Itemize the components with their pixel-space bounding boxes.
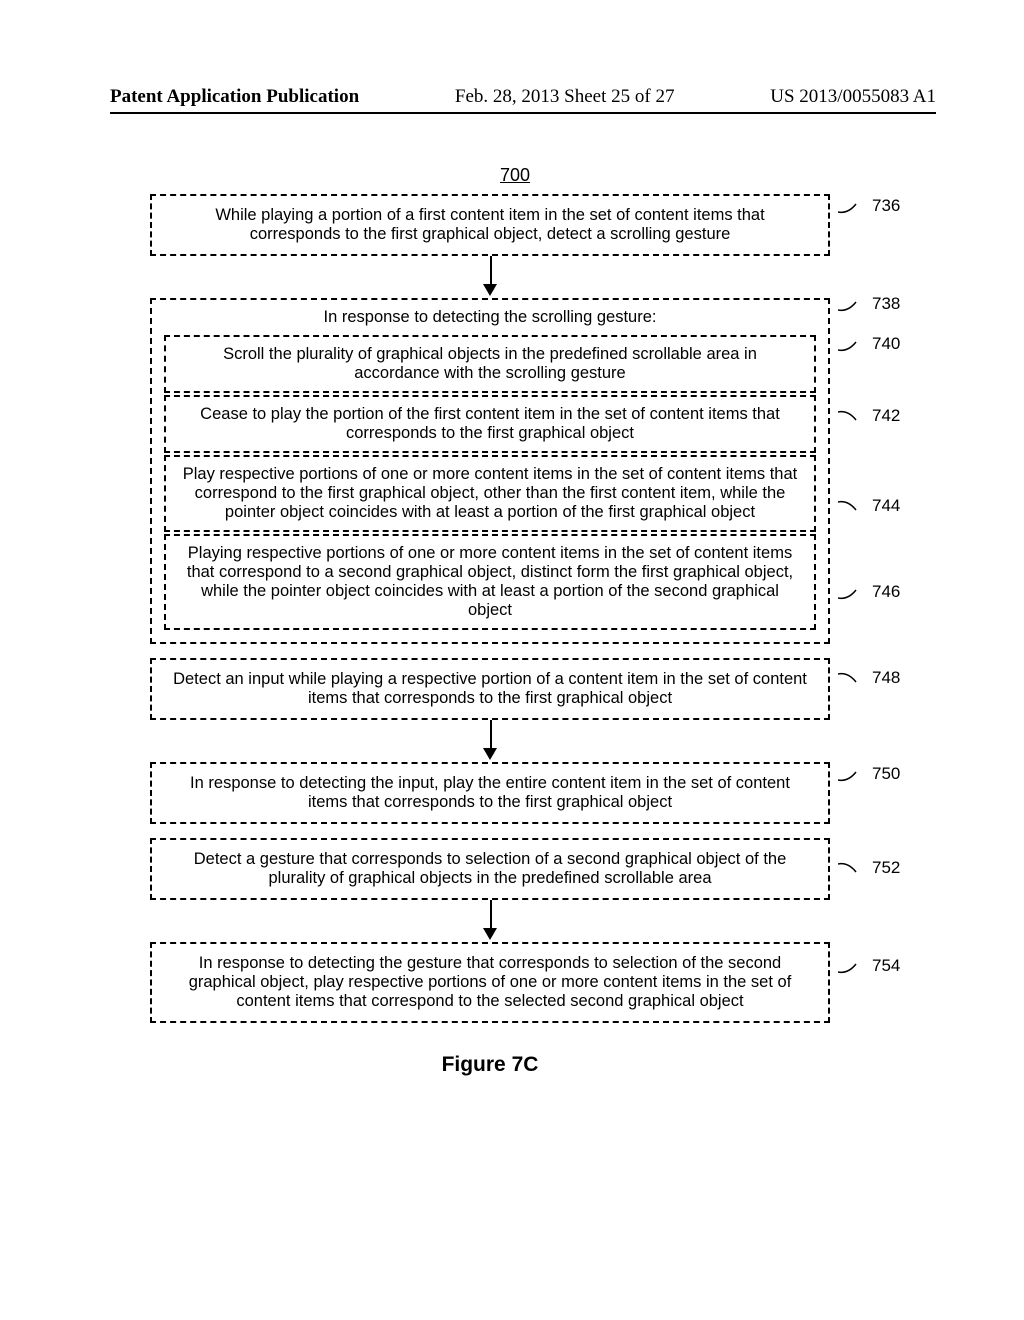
ref-752: 752 — [838, 858, 900, 878]
ref-750: 750 — [838, 764, 900, 784]
ref-label: 752 — [872, 858, 900, 877]
header-center: Feb. 28, 2013 Sheet 25 of 27 — [359, 86, 770, 108]
container-title: In response to detecting the scrolling g… — [164, 308, 816, 327]
arrow-icon — [150, 900, 830, 942]
page-header: Patent Application Publication Feb. 28, … — [110, 86, 936, 108]
step-box-748: Detect an input while playing a respecti… — [150, 658, 830, 720]
step-box-754: In response to detecting the gesture tha… — [150, 942, 830, 1023]
ref-label: 744 — [872, 496, 900, 515]
step-container-738: In response to detecting the scrolling g… — [150, 298, 830, 644]
step-box-740: Scroll the plurality of graphical object… — [164, 335, 816, 393]
figure-caption: Figure 7C — [150, 1053, 830, 1077]
ref-740: 740 — [838, 334, 900, 354]
step-box-742: Cease to play the portion of the first c… — [164, 395, 816, 453]
step-box-750: In response to detecting the input, play… — [150, 762, 830, 824]
step-box-736: While playing a portion of a first conte… — [150, 194, 830, 256]
header-rule — [110, 112, 936, 114]
page: Patent Application Publication Feb. 28, … — [0, 0, 1024, 1320]
arrow-icon — [150, 720, 830, 762]
ref-754: 754 — [838, 956, 900, 976]
ref-label: 754 — [872, 956, 900, 975]
ref-744: 744 — [838, 496, 900, 516]
ref-label: 742 — [872, 406, 900, 425]
ref-label: 738 — [872, 294, 900, 313]
ref-label: 746 — [872, 582, 900, 601]
header-right: US 2013/0055083 A1 — [770, 86, 936, 108]
arrow-icon — [150, 256, 830, 298]
ref-742: 742 — [838, 406, 900, 426]
step-box-752: Detect a gesture that corresponds to sel… — [150, 838, 830, 900]
header-left: Patent Application Publication — [110, 86, 359, 108]
figure-number: 700 — [150, 165, 880, 186]
ref-736: 736 — [838, 196, 900, 216]
ref-label: 750 — [872, 764, 900, 783]
ref-748: 748 — [838, 668, 900, 688]
step-box-744: Play respective portions of one or more … — [164, 455, 816, 532]
figure-area: 700 While playing a portion of a first c… — [150, 165, 880, 1077]
ref-label: 740 — [872, 334, 900, 353]
ref-738: 738 — [838, 294, 900, 314]
step-box-746: Playing respective portions of one or mo… — [164, 534, 816, 630]
ref-label: 736 — [872, 196, 900, 215]
ref-label: 748 — [872, 668, 900, 687]
ref-746: 746 — [838, 582, 900, 602]
